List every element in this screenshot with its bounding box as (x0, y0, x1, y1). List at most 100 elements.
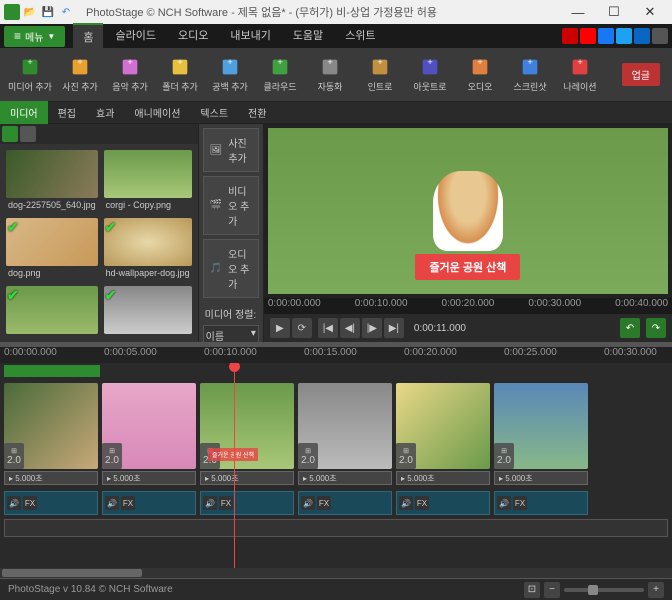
empty-track[interactable] (4, 519, 668, 537)
zoom-slider[interactable] (564, 588, 644, 592)
add-media-icon[interactable] (2, 126, 18, 142)
subtab-효과[interactable]: 효과 (86, 101, 124, 124)
toolbar-폴더 추가[interactable]: +폴더 추가 (156, 51, 204, 99)
timeline-clip[interactable]: ⊞2.0즐거운 공원 산책▸ 5.000초 (200, 383, 294, 485)
zoom-out-button[interactable]: − (544, 582, 560, 598)
clip-duration[interactable]: ▸ 5.000초 (396, 471, 490, 485)
fx-icon[interactable]: FX (23, 496, 37, 510)
timeline-clip[interactable]: ⊞2.0 ▸ 5.000초 (494, 383, 588, 485)
toolbar-나레이션[interactable]: +나레이션 (556, 51, 604, 99)
menu-tab-도움말[interactable]: 도움말 (283, 23, 333, 49)
clip-duration[interactable]: ▸ 5.000초 (298, 471, 392, 485)
clip-transition-icon[interactable]: ⊞2.0 (396, 443, 416, 469)
speaker-icon[interactable]: 🔊 (301, 496, 315, 510)
close-button[interactable]: ✕ (632, 0, 668, 24)
timeline-clip[interactable]: ⊞2.0 ▸ 5.000초 (396, 383, 490, 485)
playhead[interactable] (234, 363, 235, 568)
play-button[interactable]: ▶ (270, 318, 290, 338)
subtab-전환[interactable]: 전환 (238, 101, 276, 124)
clip-transition-icon[interactable]: ⊞2.0 (102, 443, 122, 469)
fx-icon[interactable]: FX (317, 496, 331, 510)
next-frame-button[interactable]: |▶ (362, 318, 382, 338)
qat-app-icon[interactable] (4, 4, 20, 20)
subtab-애니메이션[interactable]: 애니메이션 (124, 101, 190, 124)
social-icon-1[interactable] (580, 28, 596, 44)
toolbar-공백 추가[interactable]: +공백 추가 (206, 51, 254, 99)
toolbar-아웃트로[interactable]: +아웃트로 (406, 51, 454, 99)
toolbar-인트로[interactable]: +인트로 (356, 51, 404, 99)
clip-duration[interactable]: ▸ 5.000초 (200, 471, 294, 485)
clip-duration[interactable]: ▸ 5.000초 (102, 471, 196, 485)
media-thumb[interactable]: ✔ (6, 286, 98, 338)
speaker-icon[interactable]: 🔊 (497, 496, 511, 510)
fx-icon[interactable]: FX (121, 496, 135, 510)
preview-ruler[interactable]: 0:00:00.0000:00:10.0000:00:20.0000:00:30… (264, 298, 672, 314)
prev-frame-button[interactable]: ◀| (340, 318, 360, 338)
media-thumb[interactable]: ✔ (104, 286, 192, 338)
zoom-in-button[interactable]: + (648, 582, 664, 598)
add-media-icon-2[interactable] (20, 126, 36, 142)
title-track-clip[interactable] (4, 365, 100, 377)
audio-clip[interactable]: 🔊FX (298, 491, 392, 515)
qat-save-icon[interactable]: 💾 (40, 4, 56, 20)
subtab-편집[interactable]: 편집 (48, 101, 86, 124)
qat-open-icon[interactable]: 📂 (22, 4, 38, 20)
undo-button[interactable]: ↶ (620, 318, 640, 338)
speaker-icon[interactable]: 🔊 (399, 496, 413, 510)
upgrade-button[interactable]: 업글 (622, 63, 660, 86)
loop-button[interactable]: ⟳ (292, 318, 312, 338)
toolbar-클라우드[interactable]: +클라우드 (256, 51, 304, 99)
social-icon-5[interactable] (652, 28, 668, 44)
clip-duration[interactable]: ▸ 5.000초 (4, 471, 98, 485)
goto-start-button[interactable]: |◀ (318, 318, 338, 338)
media-thumb[interactable]: corgi - Copy.png (104, 150, 192, 212)
minimize-button[interactable]: ― (560, 0, 596, 24)
audio-clip[interactable]: 🔊FX (200, 491, 294, 515)
maximize-button[interactable]: ☐ (596, 0, 632, 24)
preview-viewport[interactable]: 즐거운 공원 산책 (268, 128, 668, 294)
media-thumb[interactable]: ✔hd-wallpaper-dog.jpg (104, 218, 192, 280)
social-icon-4[interactable] (634, 28, 650, 44)
audio-clip[interactable]: 🔊FX (102, 491, 196, 515)
toolbar-자동화[interactable]: +자동화 (306, 51, 354, 99)
toolbar-사진 추가[interactable]: +사진 추가 (56, 51, 104, 99)
fx-icon[interactable]: FX (513, 496, 527, 510)
clip-transition-icon[interactable]: ⊞2.0 (298, 443, 318, 469)
clip-transition-icon[interactable]: ⊞2.0 (4, 443, 24, 469)
clip-duration[interactable]: ▸ 5.000초 (494, 471, 588, 485)
add-img-button[interactable]: 🖼사진 추가 (203, 128, 259, 172)
speaker-icon[interactable]: 🔊 (105, 496, 119, 510)
subtab-텍스트[interactable]: 텍스트 (190, 101, 238, 124)
toolbar-스크린샷[interactable]: +스크린샷 (506, 51, 554, 99)
clip-transition-icon[interactable]: ⊞2.0 (494, 443, 514, 469)
menu-tab-오디오[interactable]: 오디오 (168, 23, 218, 49)
subtab-미디어[interactable]: 미디어 (0, 101, 48, 124)
menu-tab-스위트[interactable]: 스위트 (335, 23, 385, 49)
speaker-icon[interactable]: 🔊 (203, 496, 217, 510)
timeline-clip[interactable]: ⊞2.0 ▸ 5.000초 (4, 383, 98, 485)
social-icon-3[interactable] (616, 28, 632, 44)
add-aud-button[interactable]: 🎵오디오 추가 (203, 239, 259, 298)
add-vid-button[interactable]: 🎬비디오 추가 (203, 176, 259, 235)
audio-clip[interactable]: 🔊FX (4, 491, 98, 515)
app-menu-button[interactable]: 메뉴▼ (4, 26, 65, 47)
timeline-clip[interactable]: ⊞2.0 ▸ 5.000초 (102, 383, 196, 485)
media-thumb[interactable]: ✔dog.png (6, 218, 98, 280)
zoom-fit-button[interactable]: ⊡ (524, 582, 540, 598)
timeline-scrollbar[interactable] (0, 568, 672, 578)
audio-clip[interactable]: 🔊FX (494, 491, 588, 515)
goto-end-button[interactable]: ▶| (384, 318, 404, 338)
social-icon-2[interactable] (598, 28, 614, 44)
qat-undo-icon[interactable]: ↶ (58, 4, 74, 20)
menu-tab-홈[interactable]: 홈 (73, 23, 103, 49)
fx-icon[interactable]: FX (415, 496, 429, 510)
timeline-clip[interactable]: ⊞2.0 ▸ 5.000초 (298, 383, 392, 485)
media-thumb[interactable]: dog-2257505_640.jpg (6, 150, 98, 212)
speaker-icon[interactable]: 🔊 (7, 496, 21, 510)
toolbar-음악 추가[interactable]: +음악 추가 (106, 51, 154, 99)
audio-clip[interactable]: 🔊FX (396, 491, 490, 515)
menu-tab-내보내기[interactable]: 내보내기 (220, 23, 280, 49)
social-icon-0[interactable] (562, 28, 578, 44)
timeline-ruler[interactable]: 0:00:00.0000:00:05.0000:00:10.0000:00:15… (0, 347, 672, 363)
fx-icon[interactable]: FX (219, 496, 233, 510)
